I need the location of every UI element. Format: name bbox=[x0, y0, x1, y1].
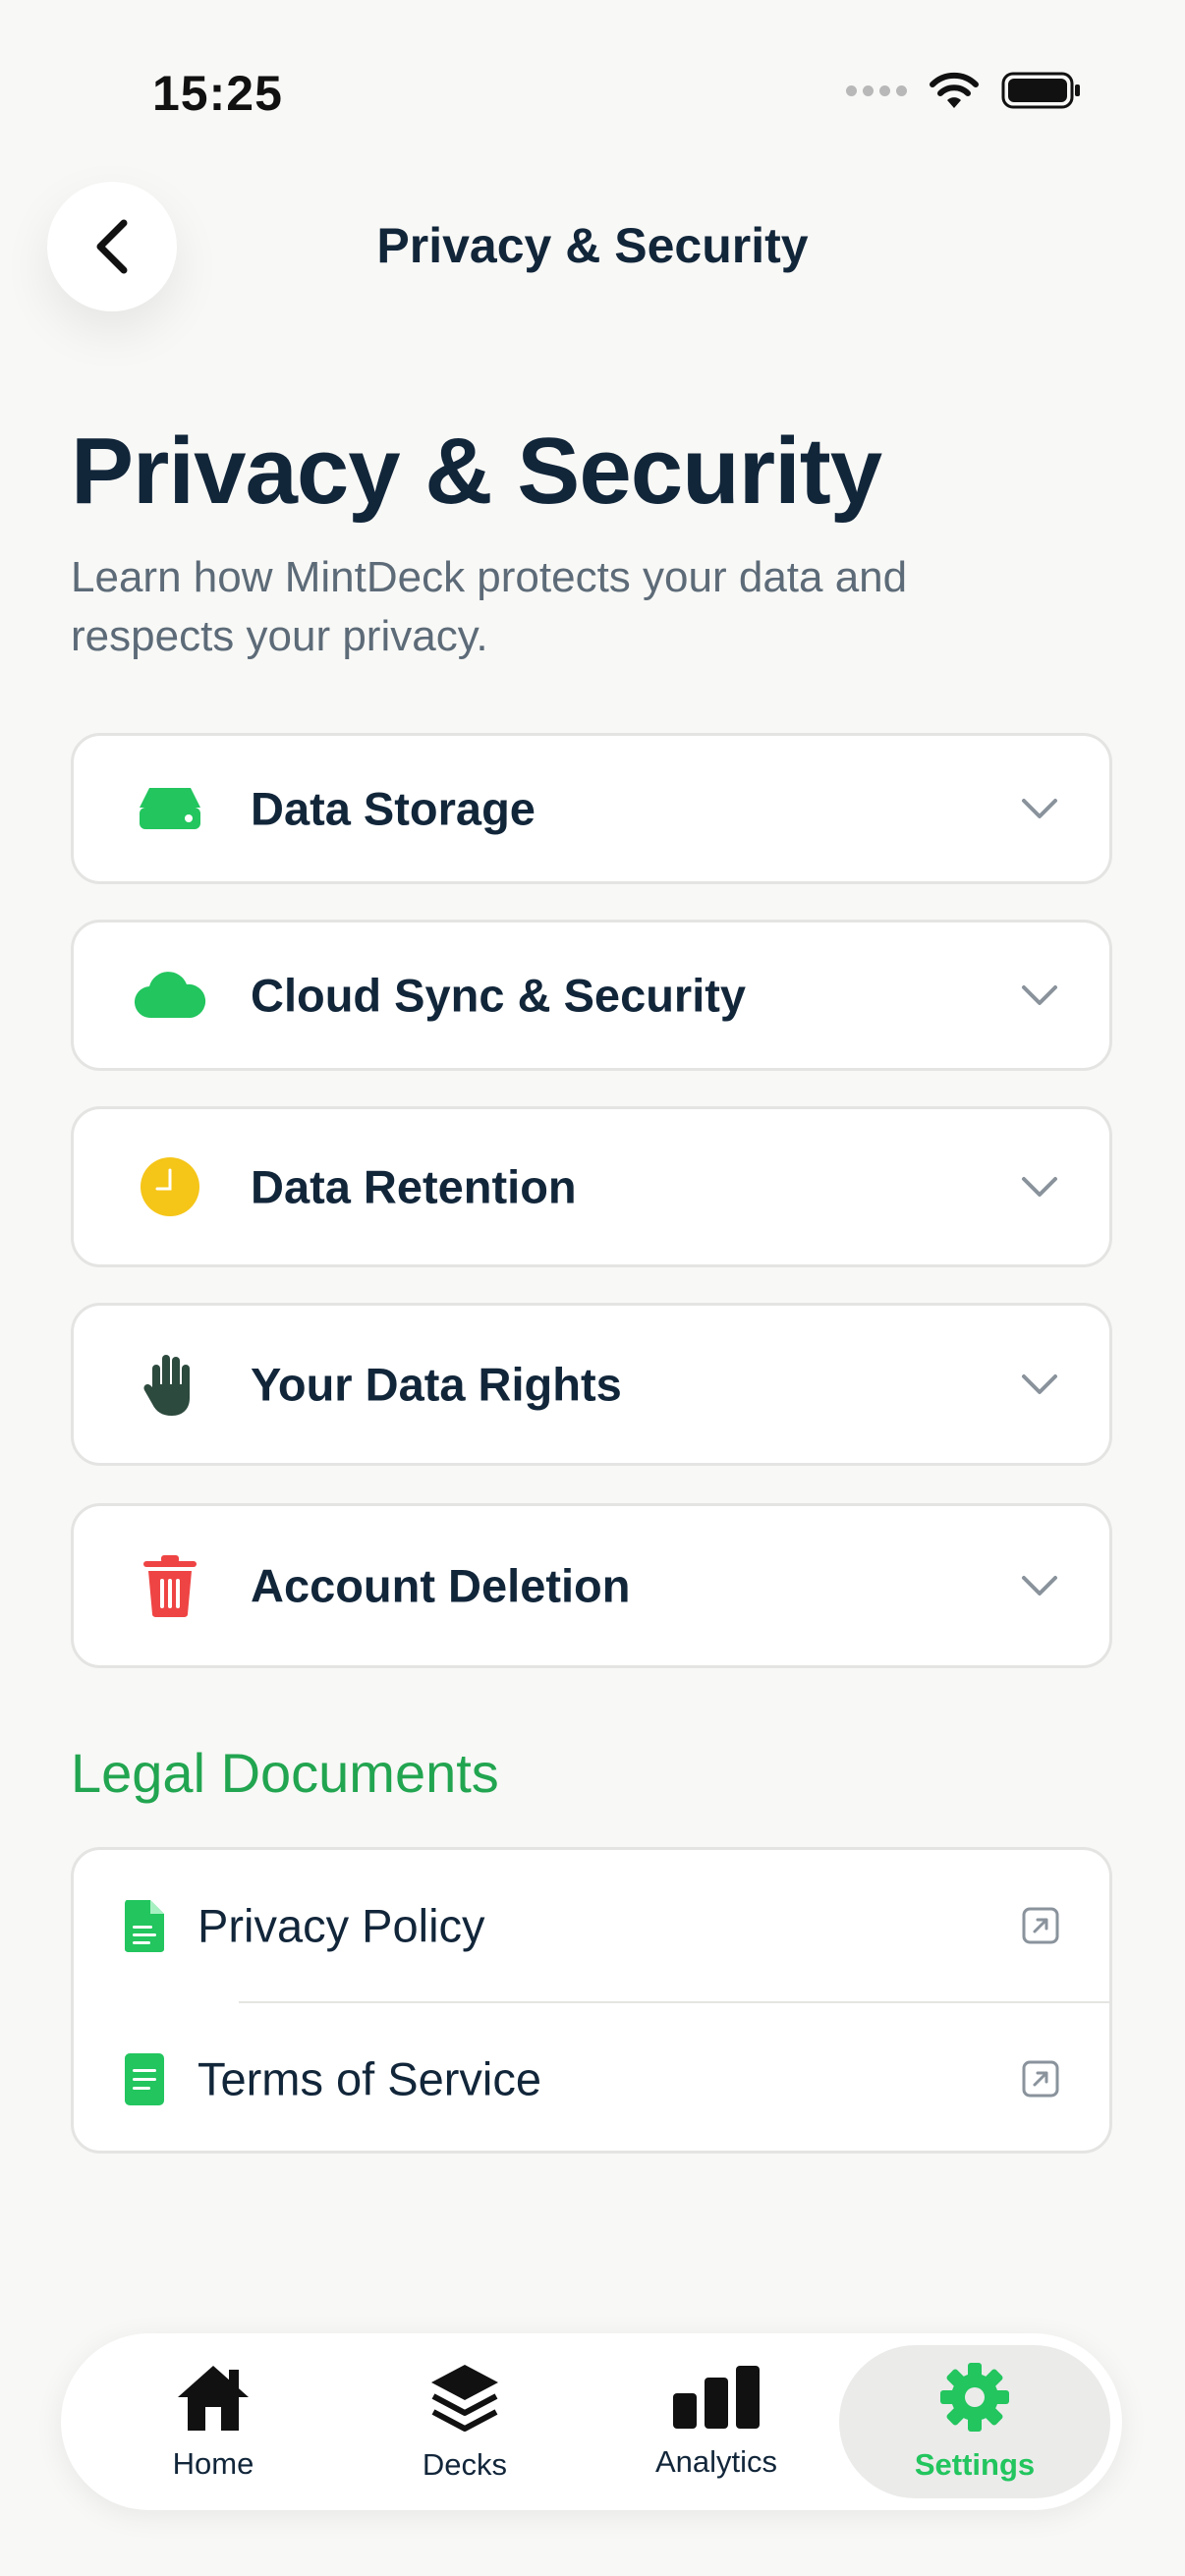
bar-chart-icon bbox=[673, 2366, 760, 2429]
accordion-data-rights[interactable]: Your Data Rights bbox=[71, 1303, 1112, 1466]
document-icon bbox=[125, 2053, 164, 2105]
accordion-label: Data Retention bbox=[251, 1160, 577, 1213]
wifi-icon bbox=[930, 72, 979, 108]
terms-of-service-link[interactable]: Terms of Service bbox=[74, 2003, 1109, 2155]
cloud-icon bbox=[131, 956, 209, 1035]
external-link-icon bbox=[1022, 1907, 1059, 1944]
tab-label: Decks bbox=[422, 2447, 508, 2482]
navigation-bar: Privacy & Security bbox=[0, 182, 1185, 314]
external-link-icon bbox=[1022, 2060, 1059, 2098]
legal-label: Privacy Policy bbox=[198, 1899, 485, 1952]
tab-label: Home bbox=[172, 2446, 254, 2481]
page-subtitle: Learn how MintDeck protects your data an… bbox=[71, 553, 908, 660]
gear-icon bbox=[940, 2363, 1009, 2432]
chevron-down-icon bbox=[1017, 973, 1062, 1018]
chevron-down-icon bbox=[1017, 786, 1062, 831]
status-icons bbox=[846, 71, 1082, 110]
page-title: Privacy & Security bbox=[71, 419, 882, 524]
accordion-cloud-sync[interactable]: Cloud Sync & Security bbox=[71, 920, 1112, 1071]
cellular-signal-icon bbox=[846, 84, 907, 96]
chevron-down-icon bbox=[1017, 1362, 1062, 1407]
layers-icon bbox=[431, 2365, 498, 2432]
status-bar: 15:25 bbox=[0, 0, 1185, 177]
tab-label: Analytics bbox=[654, 2444, 778, 2479]
accordion-data-retention[interactable]: Data Retention bbox=[71, 1106, 1112, 1267]
accordion-account-deletion[interactable]: Account Deletion bbox=[71, 1503, 1112, 1668]
tab-home[interactable]: Home bbox=[86, 2345, 340, 2498]
chevron-down-icon bbox=[1017, 1164, 1062, 1209]
clock-icon bbox=[131, 1148, 209, 1226]
accordion-label: Account Deletion bbox=[251, 1559, 631, 1612]
tab-label: Settings bbox=[914, 2447, 1036, 2482]
chevron-down-icon bbox=[1017, 1563, 1062, 1608]
home-icon bbox=[178, 2366, 249, 2431]
privacy-policy-link[interactable]: Privacy Policy bbox=[74, 1850, 1109, 2001]
trash-icon bbox=[131, 1546, 209, 1625]
accordion-data-storage[interactable]: Data Storage bbox=[71, 733, 1112, 884]
accordion-label: Cloud Sync & Security bbox=[251, 969, 747, 1022]
tab-decks[interactable]: Decks bbox=[338, 2345, 592, 2498]
tab-settings[interactable]: Settings bbox=[839, 2345, 1110, 2498]
hard-drive-icon bbox=[131, 769, 209, 848]
document-icon bbox=[125, 1900, 164, 1952]
tab-bar: Home Decks Analytics Settings bbox=[61, 2333, 1122, 2510]
legal-documents-heading: Legal Documents bbox=[71, 1742, 499, 1804]
accordion-label: Your Data Rights bbox=[251, 1358, 622, 1411]
legal-label: Terms of Service bbox=[198, 2052, 541, 2105]
accordion-label: Data Storage bbox=[251, 782, 536, 835]
nav-title: Privacy & Security bbox=[376, 218, 809, 273]
status-time: 15:25 bbox=[152, 66, 283, 121]
legal-documents-card: Privacy Policy Terms of Service bbox=[71, 1847, 1112, 2154]
tab-analytics[interactable]: Analytics bbox=[590, 2345, 843, 2498]
battery-icon bbox=[1001, 72, 1080, 109]
hand-icon bbox=[131, 1345, 209, 1424]
